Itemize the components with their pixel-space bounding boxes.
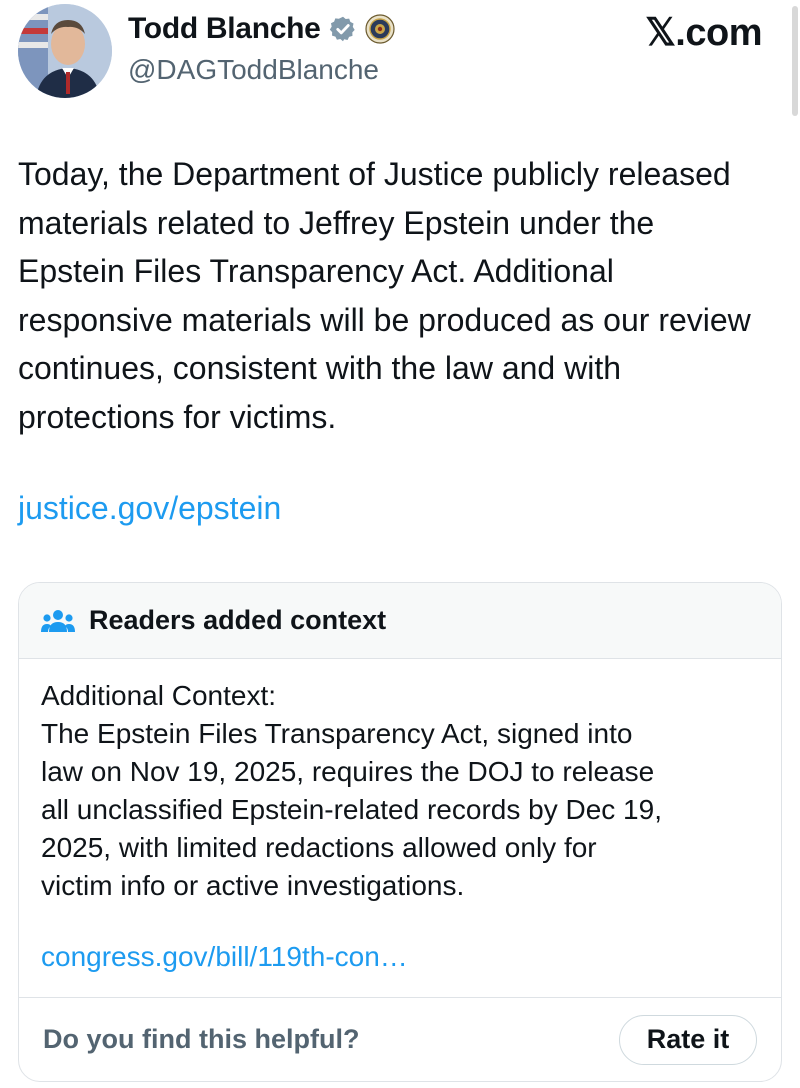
community-note-line: all unclassified Epstein-related records… [41,794,662,825]
community-note-line: Additional Context: [41,680,277,711]
tweet-link[interactable]: justice.gov/epstein [18,490,281,527]
community-note-line: victim info or active investigations. [41,870,465,901]
community-note-header[interactable]: Readers added context [19,583,781,659]
community-note-title: Readers added context [89,605,387,635]
community-note-line: law on Nov 19, 2025, requires the DOJ to… [41,756,655,787]
rate-it-button[interactable]: Rate it [619,1014,757,1065]
scrollbar[interactable] [792,6,798,116]
verified-badge-icon[interactable] [329,15,357,43]
avatar[interactable] [18,4,112,98]
tweet-header: Todd Blanche @DAGToddBlanche 𝕏.com [0,0,800,116]
helpful-question: Do you find this helpful? [43,1024,360,1054]
community-note-footer: Do you find this helpful? Rate it [19,997,781,1081]
community-note-text: Additional Context: The Epstein Files Tr… [41,677,759,905]
people-icon [41,608,75,634]
author-handle[interactable]: @DAGToddBlanche [128,54,379,86]
community-note-link[interactable]: congress.gov/bill/119th-con… [41,941,759,973]
doj-seal-icon[interactable] [364,14,395,44]
community-note-body: Additional Context: The Epstein Files Tr… [19,659,781,999]
author-name[interactable]: Todd Blanche [128,12,321,46]
community-note-line: 2025, with limited redactions allowed on… [41,832,597,863]
brand-label: 𝕏.com [645,12,762,54]
avatar-image [18,4,112,98]
tweet-text: Today, the Department of Justice publicl… [18,156,751,435]
community-note-line: The Epstein Files Transparency Act, sign… [41,718,633,749]
author-name-row: Todd Blanche [128,12,395,46]
community-note: Readers added context Additional Context… [18,582,782,1082]
